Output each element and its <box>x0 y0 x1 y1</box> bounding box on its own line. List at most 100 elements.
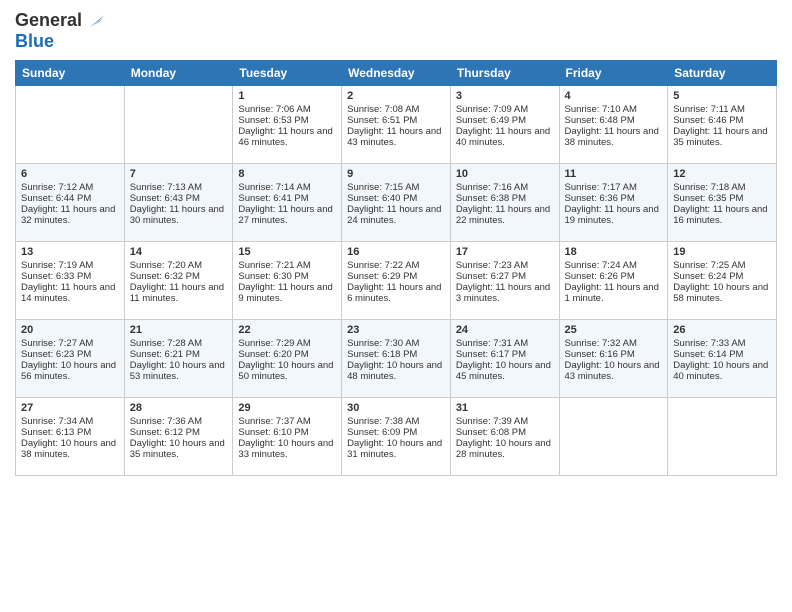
calendar-week-row: 6Sunrise: 7:12 AMSunset: 6:44 PMDaylight… <box>16 163 777 241</box>
daylight-text: Daylight: 10 hours and 45 minutes. <box>456 360 554 382</box>
calendar-cell <box>559 397 668 475</box>
sunset-text: Sunset: 6:32 PM <box>130 271 228 282</box>
sunrise-text: Sunrise: 7:09 AM <box>456 104 554 115</box>
daylight-text: Daylight: 10 hours and 48 minutes. <box>347 360 445 382</box>
daylight-text: Daylight: 10 hours and 33 minutes. <box>238 438 336 460</box>
day-number: 7 <box>130 168 228 180</box>
sunset-text: Sunset: 6:24 PM <box>673 271 771 282</box>
logo-general-text: General <box>15 11 82 31</box>
sunrise-text: Sunrise: 7:08 AM <box>347 104 445 115</box>
sunset-text: Sunset: 6:44 PM <box>21 193 119 204</box>
sunrise-text: Sunrise: 7:37 AM <box>238 416 336 427</box>
sunrise-text: Sunrise: 7:15 AM <box>347 182 445 193</box>
col-header-thursday: Thursday <box>450 60 559 85</box>
calendar-header-row: SundayMondayTuesdayWednesdayThursdayFrid… <box>16 60 777 85</box>
sunset-text: Sunset: 6:08 PM <box>456 427 554 438</box>
calendar-cell: 6Sunrise: 7:12 AMSunset: 6:44 PMDaylight… <box>16 163 125 241</box>
sunrise-text: Sunrise: 7:29 AM <box>238 338 336 349</box>
calendar-cell: 25Sunrise: 7:32 AMSunset: 6:16 PMDayligh… <box>559 319 668 397</box>
daylight-text: Daylight: 11 hours and 40 minutes. <box>456 126 554 148</box>
daylight-text: Daylight: 11 hours and 35 minutes. <box>673 126 771 148</box>
sunset-text: Sunset: 6:30 PM <box>238 271 336 282</box>
sunset-text: Sunset: 6:27 PM <box>456 271 554 282</box>
daylight-text: Daylight: 11 hours and 24 minutes. <box>347 204 445 226</box>
sunrise-text: Sunrise: 7:27 AM <box>21 338 119 349</box>
daylight-text: Daylight: 10 hours and 31 minutes. <box>347 438 445 460</box>
calendar-cell: 16Sunrise: 7:22 AMSunset: 6:29 PMDayligh… <box>342 241 451 319</box>
day-number: 31 <box>456 402 554 414</box>
day-number: 17 <box>456 246 554 258</box>
day-number: 20 <box>21 324 119 336</box>
sunrise-text: Sunrise: 7:18 AM <box>673 182 771 193</box>
daylight-text: Daylight: 11 hours and 43 minutes. <box>347 126 445 148</box>
day-number: 19 <box>673 246 771 258</box>
sunrise-text: Sunrise: 7:33 AM <box>673 338 771 349</box>
calendar-cell: 8Sunrise: 7:14 AMSunset: 6:41 PMDaylight… <box>233 163 342 241</box>
sunset-text: Sunset: 6:23 PM <box>21 349 119 360</box>
day-number: 12 <box>673 168 771 180</box>
day-number: 15 <box>238 246 336 258</box>
day-number: 1 <box>238 90 336 102</box>
logo-icon <box>84 10 106 32</box>
day-number: 2 <box>347 90 445 102</box>
col-header-wednesday: Wednesday <box>342 60 451 85</box>
sunrise-text: Sunrise: 7:13 AM <box>130 182 228 193</box>
sunrise-text: Sunrise: 7:24 AM <box>565 260 663 271</box>
sunrise-text: Sunrise: 7:30 AM <box>347 338 445 349</box>
sunrise-text: Sunrise: 7:28 AM <box>130 338 228 349</box>
sunset-text: Sunset: 6:21 PM <box>130 349 228 360</box>
sunset-text: Sunset: 6:13 PM <box>21 427 119 438</box>
calendar-cell: 3Sunrise: 7:09 AMSunset: 6:49 PMDaylight… <box>450 85 559 163</box>
calendar-cell <box>668 397 777 475</box>
calendar-week-row: 27Sunrise: 7:34 AMSunset: 6:13 PMDayligh… <box>16 397 777 475</box>
sunset-text: Sunset: 6:18 PM <box>347 349 445 360</box>
day-number: 28 <box>130 402 228 414</box>
sunrise-text: Sunrise: 7:23 AM <box>456 260 554 271</box>
sunrise-text: Sunrise: 7:39 AM <box>456 416 554 427</box>
sunrise-text: Sunrise: 7:20 AM <box>130 260 228 271</box>
calendar-cell: 28Sunrise: 7:36 AMSunset: 6:12 PMDayligh… <box>124 397 233 475</box>
day-number: 29 <box>238 402 336 414</box>
day-number: 25 <box>565 324 663 336</box>
sunrise-text: Sunrise: 7:38 AM <box>347 416 445 427</box>
sunrise-text: Sunrise: 7:36 AM <box>130 416 228 427</box>
day-number: 8 <box>238 168 336 180</box>
calendar-cell: 18Sunrise: 7:24 AMSunset: 6:26 PMDayligh… <box>559 241 668 319</box>
sunset-text: Sunset: 6:35 PM <box>673 193 771 204</box>
sunset-text: Sunset: 6:40 PM <box>347 193 445 204</box>
day-number: 11 <box>565 168 663 180</box>
sunset-text: Sunset: 6:51 PM <box>347 115 445 126</box>
daylight-text: Daylight: 10 hours and 40 minutes. <box>673 360 771 382</box>
logo: General Blue <box>15 10 106 52</box>
sunrise-text: Sunrise: 7:12 AM <box>21 182 119 193</box>
calendar-cell: 22Sunrise: 7:29 AMSunset: 6:20 PMDayligh… <box>233 319 342 397</box>
sunset-text: Sunset: 6:36 PM <box>565 193 663 204</box>
sunset-text: Sunset: 6:14 PM <box>673 349 771 360</box>
sunset-text: Sunset: 6:38 PM <box>456 193 554 204</box>
day-number: 4 <box>565 90 663 102</box>
sunset-text: Sunset: 6:10 PM <box>238 427 336 438</box>
daylight-text: Daylight: 10 hours and 35 minutes. <box>130 438 228 460</box>
sunrise-text: Sunrise: 7:32 AM <box>565 338 663 349</box>
daylight-text: Daylight: 10 hours and 28 minutes. <box>456 438 554 460</box>
sunset-text: Sunset: 6:41 PM <box>238 193 336 204</box>
calendar-cell: 21Sunrise: 7:28 AMSunset: 6:21 PMDayligh… <box>124 319 233 397</box>
daylight-text: Daylight: 11 hours and 9 minutes. <box>238 282 336 304</box>
daylight-text: Daylight: 10 hours and 58 minutes. <box>673 282 771 304</box>
daylight-text: Daylight: 11 hours and 30 minutes. <box>130 204 228 226</box>
sunset-text: Sunset: 6:29 PM <box>347 271 445 282</box>
day-number: 27 <box>21 402 119 414</box>
daylight-text: Daylight: 11 hours and 11 minutes. <box>130 282 228 304</box>
daylight-text: Daylight: 11 hours and 19 minutes. <box>565 204 663 226</box>
day-number: 9 <box>347 168 445 180</box>
day-number: 3 <box>456 90 554 102</box>
daylight-text: Daylight: 10 hours and 50 minutes. <box>238 360 336 382</box>
calendar-cell: 15Sunrise: 7:21 AMSunset: 6:30 PMDayligh… <box>233 241 342 319</box>
calendar-cell: 10Sunrise: 7:16 AMSunset: 6:38 PMDayligh… <box>450 163 559 241</box>
day-number: 22 <box>238 324 336 336</box>
sunset-text: Sunset: 6:33 PM <box>21 271 119 282</box>
day-number: 23 <box>347 324 445 336</box>
sunrise-text: Sunrise: 7:10 AM <box>565 104 663 115</box>
sunrise-text: Sunrise: 7:19 AM <box>21 260 119 271</box>
calendar-cell: 5Sunrise: 7:11 AMSunset: 6:46 PMDaylight… <box>668 85 777 163</box>
